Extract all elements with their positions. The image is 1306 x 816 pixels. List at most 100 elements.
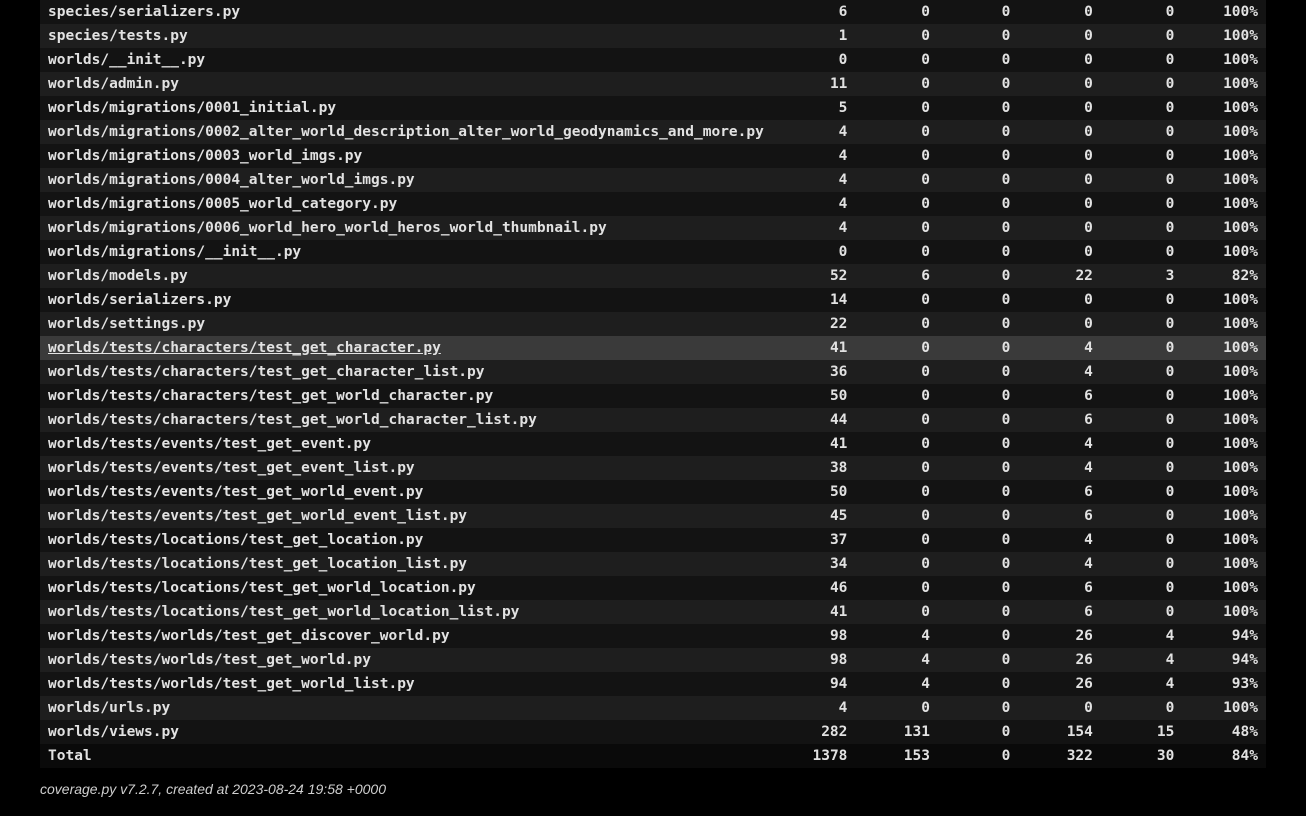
table-row[interactable]: worlds/views.py28213101541548%	[40, 720, 1266, 744]
table-row[interactable]: worlds/migrations/0004_alter_world_imgs.…	[40, 168, 1266, 192]
file-name-cell: worlds/settings.py	[40, 312, 772, 336]
file-link[interactable]: worlds/tests/events/test_get_event_list.…	[48, 460, 415, 476]
branches-cell: 6	[1018, 480, 1101, 504]
table-row[interactable]: worlds/migrations/0003_world_imgs.py4000…	[40, 144, 1266, 168]
branches-cell: 322	[1018, 744, 1101, 768]
file-link[interactable]: worlds/tests/characters/test_get_charact…	[48, 340, 441, 356]
branches-cell: 0	[1018, 48, 1101, 72]
table-row[interactable]: worlds/tests/events/test_get_world_event…	[40, 504, 1266, 528]
table-row[interactable]: worlds/migrations/0002_alter_world_descr…	[40, 120, 1266, 144]
table-row[interactable]: worlds/tests/locations/test_get_location…	[40, 552, 1266, 576]
file-link[interactable]: worlds/tests/locations/test_get_world_lo…	[48, 604, 519, 620]
table-row[interactable]: worlds/migrations/0005_world_category.py…	[40, 192, 1266, 216]
file-link[interactable]: worlds/tests/locations/test_get_location…	[48, 532, 423, 548]
coverage-cell: 100%	[1182, 384, 1266, 408]
partial-cell: 4	[1101, 648, 1182, 672]
missing-cell: 0	[855, 576, 938, 600]
file-link[interactable]: worlds/tests/events/test_get_world_event…	[48, 484, 423, 500]
file-link[interactable]: worlds/migrations/0001_initial.py	[48, 100, 336, 116]
statements-cell: 94	[772, 672, 856, 696]
table-row[interactable]: worlds/settings.py220000100%	[40, 312, 1266, 336]
statements-cell: 44	[772, 408, 856, 432]
file-link[interactable]: worlds/settings.py	[48, 316, 205, 332]
coverage-cell: 48%	[1182, 720, 1266, 744]
branches-cell: 0	[1018, 288, 1101, 312]
branches-cell: 0	[1018, 24, 1101, 48]
table-row[interactable]: worlds/__init__.py00000100%	[40, 48, 1266, 72]
statements-cell: 6	[772, 0, 856, 24]
missing-cell: 0	[855, 120, 938, 144]
excluded-cell: 0	[938, 384, 1018, 408]
table-row[interactable]: worlds/tests/locations/test_get_world_lo…	[40, 576, 1266, 600]
file-name-cell: worlds/migrations/0006_world_hero_world_…	[40, 216, 772, 240]
file-link[interactable]: worlds/migrations/0002_alter_world_descr…	[48, 124, 764, 140]
branches-cell: 0	[1018, 216, 1101, 240]
table-row[interactable]: worlds/admin.py110000100%	[40, 72, 1266, 96]
file-link[interactable]: worlds/__init__.py	[48, 52, 205, 68]
table-row[interactable]: species/tests.py10000100%	[40, 24, 1266, 48]
file-link[interactable]: worlds/tests/worlds/test_get_world_list.…	[48, 676, 415, 692]
table-row[interactable]: worlds/tests/locations/test_get_world_lo…	[40, 600, 1266, 624]
file-link[interactable]: worlds/serializers.py	[48, 292, 231, 308]
table-row[interactable]: worlds/tests/characters/test_get_charact…	[40, 360, 1266, 384]
partial-cell: 0	[1101, 0, 1182, 24]
file-link[interactable]: worlds/tests/events/test_get_world_event…	[48, 508, 467, 524]
file-link[interactable]: worlds/migrations/__init__.py	[48, 244, 301, 260]
file-name-cell: worlds/tests/characters/test_get_world_c…	[40, 408, 772, 432]
excluded-cell: 0	[938, 48, 1018, 72]
footer-text: coverage.py v7.2.7, created at 2023-08-2…	[40, 782, 1266, 796]
file-link[interactable]: worlds/tests/locations/test_get_world_lo…	[48, 580, 476, 596]
table-row[interactable]: worlds/models.py526022382%	[40, 264, 1266, 288]
table-row[interactable]: worlds/tests/events/test_get_event_list.…	[40, 456, 1266, 480]
file-link[interactable]: worlds/tests/worlds/test_get_world.py	[48, 652, 371, 668]
coverage-cell: 100%	[1182, 552, 1266, 576]
file-link[interactable]: worlds/urls.py	[48, 700, 170, 716]
table-row[interactable]: worlds/migrations/__init__.py00000100%	[40, 240, 1266, 264]
partial-cell: 0	[1101, 456, 1182, 480]
branches-cell: 4	[1018, 552, 1101, 576]
file-link[interactable]: worlds/tests/locations/test_get_location…	[48, 556, 467, 572]
statements-cell: 0	[772, 240, 856, 264]
table-row[interactable]: worlds/tests/locations/test_get_location…	[40, 528, 1266, 552]
file-link[interactable]: worlds/admin.py	[48, 76, 179, 92]
table-row[interactable]: worlds/migrations/0001_initial.py5000010…	[40, 96, 1266, 120]
file-name-cell: worlds/tests/locations/test_get_location…	[40, 528, 772, 552]
partial-cell: 0	[1101, 288, 1182, 312]
table-row[interactable]: worlds/tests/events/test_get_event.py410…	[40, 432, 1266, 456]
file-link[interactable]: worlds/tests/events/test_get_event.py	[48, 436, 371, 452]
table-row[interactable]: worlds/urls.py40000100%	[40, 696, 1266, 720]
statements-cell: 41	[772, 432, 856, 456]
file-link[interactable]: worlds/migrations/0003_world_imgs.py	[48, 148, 362, 164]
table-row[interactable]: worlds/tests/characters/test_get_world_c…	[40, 408, 1266, 432]
statements-cell: 45	[772, 504, 856, 528]
excluded-cell: 0	[938, 192, 1018, 216]
table-row[interactable]: worlds/tests/characters/test_get_charact…	[40, 336, 1266, 360]
table-row[interactable]: worlds/tests/worlds/test_get_discover_wo…	[40, 624, 1266, 648]
file-link[interactable]: worlds/tests/characters/test_get_world_c…	[48, 412, 537, 428]
branches-cell: 0	[1018, 0, 1101, 24]
file-link[interactable]: species/tests.py	[48, 28, 188, 44]
file-link[interactable]: worlds/migrations/0004_alter_world_imgs.…	[48, 172, 415, 188]
partial-cell: 0	[1101, 552, 1182, 576]
excluded-cell: 0	[938, 744, 1018, 768]
file-link[interactable]: worlds/tests/characters/test_get_charact…	[48, 364, 485, 380]
file-link[interactable]: worlds/migrations/0005_world_category.py	[48, 196, 397, 212]
file-link[interactable]: worlds/tests/characters/test_get_world_c…	[48, 388, 493, 404]
partial-cell: 0	[1101, 336, 1182, 360]
table-row[interactable]: worlds/serializers.py140000100%	[40, 288, 1266, 312]
table-row[interactable]: worlds/migrations/0006_world_hero_world_…	[40, 216, 1266, 240]
missing-cell: 153	[855, 744, 938, 768]
table-row[interactable]: worlds/tests/events/test_get_world_event…	[40, 480, 1266, 504]
table-row[interactable]: worlds/tests/characters/test_get_world_c…	[40, 384, 1266, 408]
table-row[interactable]: species/serializers.py60000100%	[40, 0, 1266, 24]
file-link[interactable]: worlds/tests/worlds/test_get_discover_wo…	[48, 628, 450, 644]
coverage-cell: 100%	[1182, 360, 1266, 384]
file-link[interactable]: worlds/models.py	[48, 268, 188, 284]
file-link[interactable]: species/serializers.py	[48, 4, 240, 20]
statements-cell: 14	[772, 288, 856, 312]
table-row[interactable]: worlds/tests/worlds/test_get_world.py984…	[40, 648, 1266, 672]
file-link[interactable]: worlds/migrations/0006_world_hero_world_…	[48, 220, 607, 236]
table-row[interactable]: worlds/tests/worlds/test_get_world_list.…	[40, 672, 1266, 696]
file-link[interactable]: worlds/views.py	[48, 724, 179, 740]
branches-cell: 4	[1018, 360, 1101, 384]
